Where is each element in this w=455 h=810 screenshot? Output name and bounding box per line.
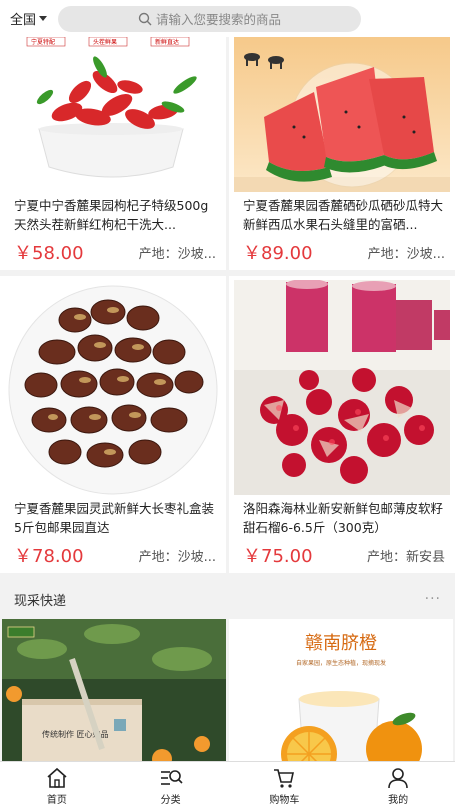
product-price: ￥58.00 [14, 243, 84, 264]
section-header: 现采快递 ··· [0, 579, 455, 619]
product-origin: 产地：沙坡... [367, 246, 445, 262]
tab-home[interactable]: 首页 [0, 762, 114, 810]
tab-label-profile: 我的 [388, 794, 409, 806]
tab-cart[interactable]: 购物车 [228, 762, 342, 810]
top-bar: 全国 请输入您要搜索的商品 [0, 0, 455, 37]
region-selector[interactable]: 全国 [0, 9, 58, 28]
tab-profile[interactable]: 我的 [341, 762, 455, 810]
product-meta: ￥58.00 产地：沙坡... [0, 234, 226, 270]
section-title: 现采快递 [14, 593, 67, 609]
product-grid: 宁夏特配 头茬鲜果 新鲜直达 宁夏中宁香麓果园枸杞子特级500g天然头茬新鲜红枸… [0, 37, 455, 579]
product-meta: ￥78.00 产地：沙坡... [0, 537, 226, 573]
goji-label-3: 新鲜直达 [155, 38, 179, 46]
product-meta: ￥89.00 产地：沙坡... [229, 234, 455, 270]
user-icon [388, 767, 408, 788]
fresh-item-orange[interactable]: 赣南脐橙 自家果园，原生态种植，现摘现发 [229, 619, 453, 761]
search-placeholder: 请输入您要搜索的商品 [155, 12, 281, 27]
product-price: ￥75.00 [243, 546, 313, 567]
fresh-item-tea[interactable]: 传统制作 匠心臻品 [2, 619, 226, 761]
tab-label-category: 分类 [160, 794, 181, 806]
product-image-watermelon [234, 37, 450, 192]
fresh-grid: 传统制作 匠心臻品 赣南脐橙 自家果园，原生态种植，现摘现发 [0, 619, 455, 761]
orange-brand-text: 赣南脐橙 [305, 633, 377, 654]
home-icon [47, 767, 67, 788]
tab-label-home: 首页 [46, 794, 67, 806]
tab-label-cart: 购物车 [269, 794, 300, 806]
product-origin: 产地：沙坡... [138, 246, 216, 262]
more-icon[interactable]: ··· [425, 591, 441, 607]
category-icon [160, 769, 183, 785]
product-origin: 产地：新安县 [366, 549, 445, 565]
product-image-goji: 宁夏特配 头茬鲜果 新鲜直达 [5, 37, 221, 192]
orange-sub-text: 自家果园，原生态种植，现摘现发 [296, 659, 386, 667]
search-input[interactable]: 请输入您要搜索的商品 [58, 5, 361, 32]
search-icon [138, 12, 152, 25]
product-card[interactable]: 宁夏香麓果园灵武新鲜大长枣礼盒装5斤包邮果园直达 ￥78.00 产地：沙坡... [0, 276, 226, 573]
product-title: 宁夏香麓果园灵武新鲜大长枣礼盒装5斤包邮果园直达 [14, 501, 215, 535]
cart-icon [274, 768, 295, 788]
product-card[interactable]: 宁夏香麓果园香麓硒砂瓜硒砂瓜特大新鲜西瓜水果石头缝里的富硒... ￥89.00 … [229, 37, 455, 270]
product-image-dates [5, 280, 221, 495]
product-title: 洛阳森海林业新安新鲜包邮薄皮软籽甜石榴6-6.5斤（300克） [243, 501, 444, 535]
product-meta: ￥75.00 产地：新安县 [229, 537, 455, 573]
tab-category[interactable]: 分类 [114, 762, 228, 810]
bottom-tab-bar: 首页 分类 购物车 我的 [0, 761, 455, 810]
product-card[interactable]: 宁夏特配 头茬鲜果 新鲜直达 宁夏中宁香麓果园枸杞子特级500g天然头茬新鲜红枸… [0, 37, 226, 270]
product-price: ￥89.00 [243, 243, 313, 264]
chevron-down-icon [39, 16, 48, 21]
main-content: 宁夏特配 头茬鲜果 新鲜直达 宁夏中宁香麓果园枸杞子特级500g天然头茬新鲜红枸… [0, 37, 455, 761]
product-title: 宁夏香麓果园香麓硒砂瓜硒砂瓜特大新鲜西瓜水果石头缝里的富硒... [243, 198, 444, 232]
product-origin: 产地：沙坡... [138, 549, 216, 565]
product-card[interactable]: 洛阳森海林业新安新鲜包邮薄皮软籽甜石榴6-6.5斤（300克） ￥75.00 产… [229, 276, 455, 573]
product-price: ￥78.00 [14, 546, 84, 567]
product-image-pomegranate [234, 280, 450, 495]
product-title: 宁夏中宁香麓果园枸杞子特级500g天然头茬新鲜红枸杞干洗大... [14, 198, 209, 232]
goji-label-2: 头茬鲜果 [93, 38, 117, 46]
region-label: 全国 [10, 13, 37, 28]
goji-label-1: 宁夏特配 [31, 38, 55, 46]
